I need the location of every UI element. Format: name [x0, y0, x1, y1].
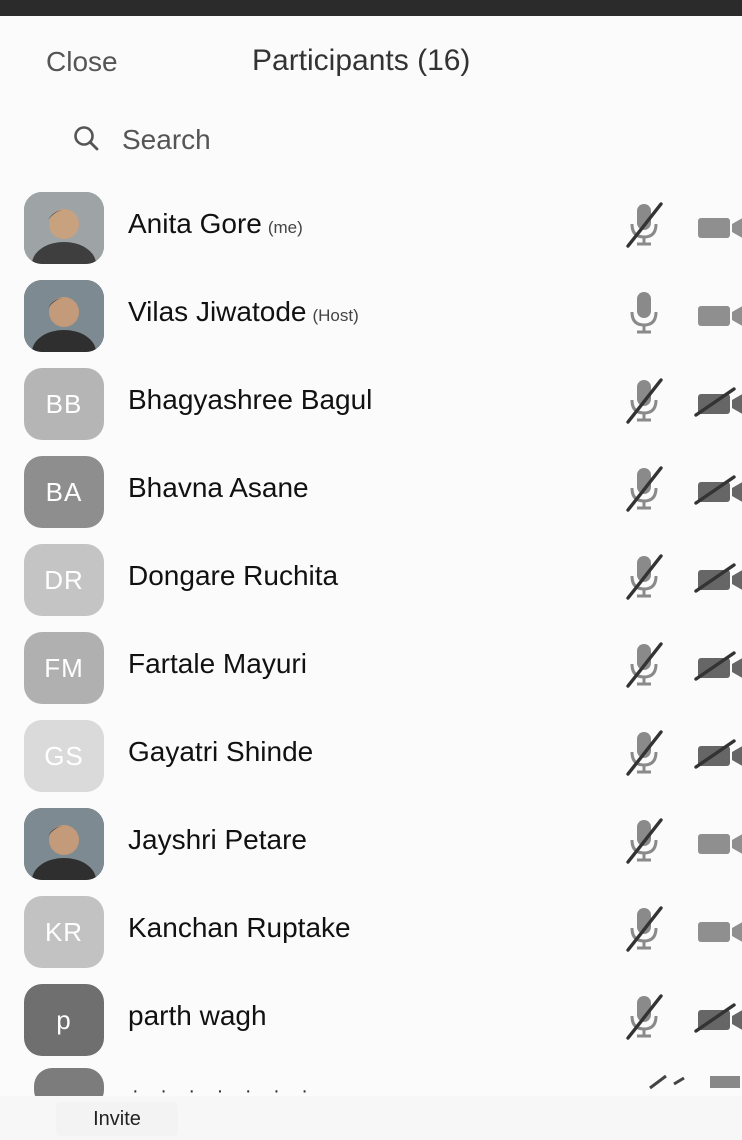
participant-name-text: Bhavna Asane: [128, 472, 309, 503]
participant-name-text: parth wagh: [128, 1000, 267, 1031]
participant-name: Bhagyashree Bagul: [128, 384, 372, 416]
close-button[interactable]: Close: [46, 46, 118, 78]
status-bar: [0, 0, 742, 16]
participant-name: Vilas Jiwatode (Host): [128, 296, 359, 328]
page-title: Participants (16): [252, 44, 471, 77]
participant-name: Bhavna Asane: [128, 472, 309, 504]
participant-row[interactable]: p parth wagh: [0, 975, 742, 1063]
participant-name-text: Dongare Ruchita: [128, 560, 339, 591]
participant-name-text: Bhagyashree Bagul: [128, 384, 373, 415]
avatar: [34, 1068, 104, 1098]
participant-name: Anita Gore (me): [128, 208, 303, 240]
participant-name-text: Gayatri Shinde: [128, 736, 314, 767]
participant-name: Fartale Mayuri: [128, 648, 307, 680]
participants-header: Close Participants (16): [0, 16, 742, 111]
video-off-icon[interactable]: [692, 1001, 742, 1035]
participant-name: parth wagh: [128, 1000, 267, 1032]
avatar: p: [24, 984, 104, 1056]
participant-row[interactable]: BA Bhavna Asane: [0, 447, 742, 535]
participant-row[interactable]: Anita Gore (me): [0, 183, 742, 271]
video-off-icon[interactable]: [692, 473, 742, 507]
participant-role-tag: (me): [267, 218, 303, 237]
mic-muted-icon: [648, 1072, 742, 1092]
mic-muted-icon[interactable]: [624, 728, 664, 778]
video-off-icon[interactable]: [692, 561, 742, 595]
video-off-icon[interactable]: [692, 649, 742, 683]
participant-name: Kanchan Ruptake: [128, 912, 351, 944]
participant-name-text: Anita Gore: [128, 208, 262, 239]
mic-muted-icon[interactable]: [624, 376, 664, 426]
avatar: GS: [24, 720, 104, 792]
mic-muted-icon[interactable]: [624, 992, 664, 1042]
participant-row-partial: · · · · · · ·: [0, 1066, 742, 1098]
avatar: KR: [24, 896, 104, 968]
mic-muted-icon[interactable]: [624, 200, 664, 250]
video-icon[interactable]: [692, 297, 742, 331]
participant-row[interactable]: Vilas Jiwatode (Host): [0, 271, 742, 359]
participant-row[interactable]: Jayshri Petare: [0, 799, 742, 887]
avatar: DR: [24, 544, 104, 616]
avatar: [24, 808, 104, 880]
video-icon[interactable]: [692, 825, 742, 859]
invite-button[interactable]: Invite: [56, 1102, 178, 1136]
participant-name-text: Fartale Mayuri: [128, 648, 307, 679]
participant-role-tag: (Host): [312, 306, 359, 325]
search-icon: [70, 123, 102, 155]
participant-row[interactable]: KR Kanchan Ruptake: [0, 887, 742, 975]
mic-muted-icon[interactable]: [624, 816, 664, 866]
video-icon[interactable]: [692, 913, 742, 947]
mic-icon[interactable]: [624, 288, 664, 338]
participant-row[interactable]: GS Gayatri Shinde: [0, 711, 742, 799]
footer-toolbar: Invite: [0, 1096, 742, 1140]
mic-muted-icon[interactable]: [624, 552, 664, 602]
participant-list: Anita Gore (me) Vilas Jiwatode (Host) BB Bhag…: [0, 183, 742, 1063]
invite-label: Invite: [93, 1107, 141, 1130]
participant-name-text: Jayshri Petare: [128, 824, 307, 855]
participant-row[interactable]: BB Bhagyashree Bagul: [0, 359, 742, 447]
participant-row[interactable]: FM Fartale Mayuri: [0, 623, 742, 711]
participant-name: Jayshri Petare: [128, 824, 307, 856]
mic-muted-icon[interactable]: [624, 640, 664, 690]
mic-muted-icon[interactable]: [624, 904, 664, 954]
participant-name-text: Vilas Jiwatode: [128, 296, 307, 327]
participant-name: Dongare Ruchita: [128, 560, 338, 592]
participant-row[interactable]: DR Dongare Ruchita: [0, 535, 742, 623]
avatar: FM: [24, 632, 104, 704]
avatar: [24, 192, 104, 264]
search-input[interactable]: [120, 115, 684, 165]
video-off-icon[interactable]: [692, 385, 742, 419]
avatar: BA: [24, 456, 104, 528]
search-bar[interactable]: [36, 101, 726, 183]
participant-name-text: Kanchan Ruptake: [128, 912, 351, 943]
avatar: [24, 280, 104, 352]
video-off-icon[interactable]: [692, 737, 742, 771]
participant-name: Gayatri Shinde: [128, 736, 313, 768]
avatar: BB: [24, 368, 104, 440]
video-icon[interactable]: [692, 209, 742, 243]
mic-muted-icon[interactable]: [624, 464, 664, 514]
